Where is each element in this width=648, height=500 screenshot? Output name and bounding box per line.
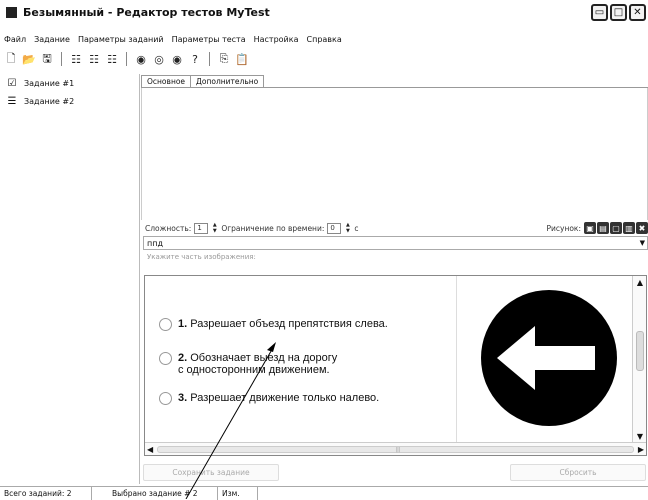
horizontal-scroll-track[interactable]: ||| [157,445,634,453]
time-limit-input[interactable]: 0 [327,222,342,234]
answer-number: 3. [178,392,188,404]
toolbar: 🗋 📂 🖫 ☷ ☷ ☷ ◉ ◎ ◉ ? ⎘ 📋 [0,48,648,70]
target-icon[interactable]: ◎ [152,52,166,66]
options-icon[interactable]: ◉ [170,52,184,66]
scroll-right-icon[interactable]: ▶ [638,445,644,454]
answer-text: Разрешает объезд препятствия слева. [190,318,388,330]
menu-settings[interactable]: Настройка [254,35,299,44]
scroll-thumb[interactable] [636,331,644,371]
checkbox-task-icon: ☑ [7,77,17,89]
status-selected-task: Выбрано задание # 2 [92,486,218,500]
new-file-icon[interactable]: 🗋 [4,52,18,66]
close-button[interactable]: ✕ [629,4,646,21]
status-bar: Всего заданий: 2 Выбрано задание # 2 Изм… [0,486,648,500]
difficulty-input[interactable]: 1 [194,222,209,234]
help-icon[interactable]: ? [188,52,202,66]
task-label: Задание #1 [24,78,75,88]
delete-task-icon[interactable]: ☷ [105,52,119,66]
task-list: ☑ Задание #1 ☰ Задание #2 [2,74,140,484]
vertical-scrollbar[interactable]: ▲ ▼ [632,276,646,442]
radio-button[interactable] [159,318,172,331]
answers-panel: 1. Разрешает объезд препятствия слева. 2… [144,275,647,456]
copy-picture-icon[interactable]: ▢ [610,222,622,234]
answer-text: Обозначает выезд на дорогу [190,352,338,364]
list-task-icon: ☰ [7,95,17,107]
difficulty-spinner[interactable]: ▲ ▼ [211,222,218,234]
add-task-icon[interactable]: ☷ [69,52,83,66]
paste-icon[interactable]: 📋 [235,52,249,66]
radio-button[interactable] [159,392,172,405]
window-controls: ▭ □ ✕ [591,4,646,21]
chevron-down-icon: ▼ [639,239,645,247]
scroll-grip: ||| [395,446,401,453]
answer-number: 1. [178,318,188,330]
menu-task[interactable]: Задание [34,35,70,44]
load-picture-icon[interactable]: ▣ [584,222,596,234]
scroll-up-icon[interactable]: ▲ [633,276,647,288]
menu-test-params[interactable]: Параметры теста [172,35,246,44]
minimize-button[interactable]: ▭ [591,4,608,21]
horizontal-scrollbar[interactable]: ◀ ||| ▶ [145,442,646,455]
menu-bar: Файл Задание Параметры заданий Параметры… [0,32,648,47]
task-image [456,276,632,442]
difficulty-label: Сложность: [145,223,192,233]
toolbar-separator [126,52,127,66]
copy-icon[interactable]: ⎘ [217,52,231,66]
answer-number: 2. [178,352,188,364]
maximize-button[interactable]: □ [610,4,627,21]
time-limit-spinner[interactable]: ▲ ▼ [344,222,351,234]
editor-actions: Сохранить задание Сбросить [141,462,648,482]
status-total-tasks: Всего заданий: 2 [0,486,92,500]
time-limit-label: Ограничение по времени: [221,223,325,233]
answer-text: Разрешает движение только налево. [190,392,380,404]
app-icon [6,6,17,18]
task-type-select[interactable]: ппд ▼ [143,236,648,250]
tab-additional[interactable]: Дополнительно [190,75,265,87]
scroll-left-icon[interactable]: ◀ [147,445,153,454]
picture-buttons: ▣ ▤ ▢ ▥ ✖ [584,222,648,234]
reset-button[interactable]: Сбросить [510,463,646,481]
title-bar: Безымянный - Редактор тестов MyTest ▭ □ … [0,0,648,32]
tab-main[interactable]: Основное [141,75,192,87]
menu-task-params[interactable]: Параметры заданий [78,35,164,44]
radio-button[interactable] [159,352,172,365]
paste-picture-icon[interactable]: ▥ [623,222,635,234]
status-modified: Изм. [218,486,258,500]
image-hint: Укажите часть изображения: [147,252,256,261]
menu-file[interactable]: Файл [4,35,26,44]
delete-picture-icon[interactable]: ✖ [636,222,648,234]
task-item-2[interactable]: ☰ Задание #2 [2,92,139,110]
answer-option-3[interactable]: 3. Разрешает движение только налево. [159,392,379,405]
task-item-1[interactable]: ☑ Задание #1 [2,74,139,92]
menu-help[interactable]: Справка [307,35,342,44]
save-task-button[interactable]: Сохранить задание [143,463,279,481]
insert-task-icon[interactable]: ☷ [87,52,101,66]
window-title: Безымянный - Редактор тестов MyTest [23,5,270,19]
task-params-row: Сложность: 1 ▲ ▼ Ограничение по времени: … [141,220,648,236]
question-text-editor[interactable] [141,88,648,220]
answer-text-line2: с односторонним движением. [178,364,330,376]
answers-list: 1. Разрешает объезд препятствия слева. 2… [145,276,459,442]
answer-option-2[interactable]: 2. Обозначает выезд на дорогу с односторо… [159,352,337,376]
road-sign-left-arrow-icon [481,290,617,426]
open-file-icon[interactable]: 📂 [22,52,36,66]
task-type-value: ппд [147,238,163,248]
save-file-icon[interactable]: 🖫 [40,52,54,66]
answer-option-1[interactable]: 1. Разрешает объезд препятствия слева. [159,318,388,331]
edit-picture-icon[interactable]: ▤ [597,222,609,234]
toolbar-separator [61,52,62,66]
picture-label: Рисунок: [546,223,581,233]
task-label: Задание #2 [24,96,75,106]
record-icon[interactable]: ◉ [134,52,148,66]
scroll-down-icon[interactable]: ▼ [633,430,647,442]
editor-tabs: Основное Дополнительно [141,74,648,88]
time-unit-label: с [354,223,359,233]
toolbar-separator [209,52,210,66]
